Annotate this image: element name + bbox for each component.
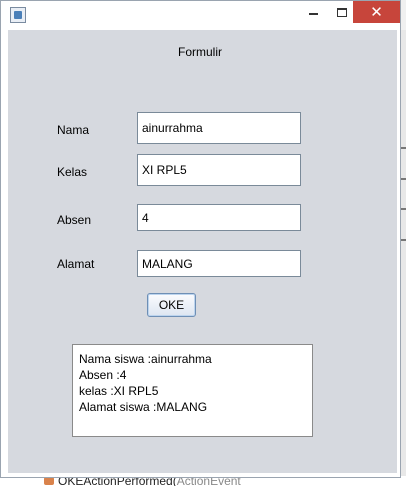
output-line: Alamat siswa :MALANG — [79, 400, 208, 414]
minimize-icon — [309, 13, 318, 15]
close-icon: ✕ — [370, 4, 383, 21]
output-line: kelas :XI RPL5 — [79, 384, 159, 398]
alamat-label: Alamat — [57, 257, 95, 271]
absen-input[interactable] — [137, 204, 301, 231]
maximize-icon — [336, 7, 347, 17]
close-button[interactable]: ✕ — [353, 1, 400, 23]
maximize-button[interactable] — [327, 1, 356, 23]
kelas-input[interactable] — [137, 154, 301, 186]
kelas-label: Kelas — [57, 165, 88, 179]
alamat-input[interactable] — [137, 250, 301, 277]
output-textarea[interactable]: Nama siswa :ainurrahma Absen :4 kelas :X… — [72, 344, 313, 437]
background-ide-edge — [401, 30, 406, 476]
java-app-icon — [10, 7, 26, 23]
oke-button[interactable]: OKE — [147, 293, 196, 317]
app-window: ✕ Formulir Nama Kelas Absen Alamat OKE N… — [0, 0, 401, 478]
output-line: Absen :4 — [79, 368, 127, 382]
nama-label: Nama — [57, 123, 90, 137]
method-icon — [44, 477, 54, 485]
absen-label: Absen — [57, 213, 92, 227]
form-title: Formulir — [178, 45, 222, 59]
title-bar[interactable]: ✕ — [1, 1, 400, 29]
nama-input[interactable] — [137, 112, 301, 144]
form-panel: Formulir Nama Kelas Absen Alamat OKE Nam… — [8, 30, 397, 473]
output-line: Nama siswa :ainurrahma — [79, 352, 212, 366]
minimize-button[interactable] — [299, 1, 328, 23]
